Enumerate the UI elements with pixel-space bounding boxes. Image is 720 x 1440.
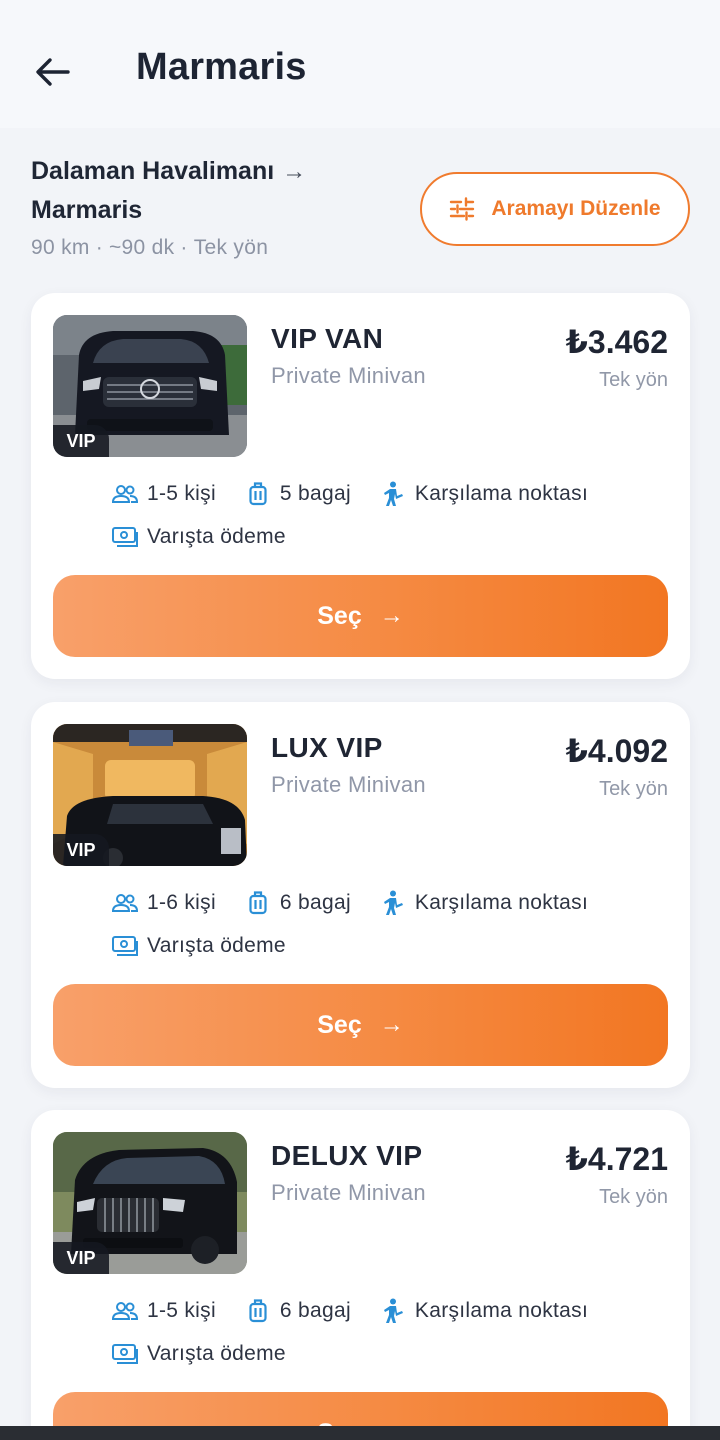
person-walking-icon bbox=[379, 889, 407, 917]
feature-meeting: Karşılama noktası bbox=[379, 480, 588, 508]
feature-payment-label: Varışta ödeme bbox=[147, 934, 286, 957]
meta-separator: · bbox=[95, 236, 103, 259]
route-distance: 90 km bbox=[31, 236, 90, 259]
vehicle-type: Private Minivan bbox=[271, 1180, 426, 1205]
feature-luggage: 5 bagaj bbox=[244, 480, 351, 508]
vehicle-features: 1-5 kişi 6 bagaj Karşılama noktası Varış… bbox=[111, 1294, 671, 1380]
people-icon bbox=[111, 1297, 139, 1325]
vip-badge: VIP bbox=[53, 834, 109, 866]
edit-search-label: Aramayı Düzenle bbox=[491, 197, 661, 220]
page-title: Marmaris bbox=[136, 46, 307, 88]
cash-icon bbox=[111, 523, 139, 551]
vehicle-price: ₺4.092 bbox=[565, 733, 668, 769]
app-header: Marmaris bbox=[0, 0, 720, 128]
edit-search-button[interactable]: Aramayı Düzenle bbox=[420, 172, 690, 246]
arrow-left-icon bbox=[36, 58, 70, 86]
feature-payment-label: Varışta ödeme bbox=[147, 1342, 286, 1365]
vehicle-card: VIP LUX VIP Private Minivan ₺4.092 Tek y… bbox=[31, 702, 690, 1088]
meta-separator: · bbox=[180, 236, 188, 259]
vehicle-image: VIP bbox=[53, 724, 247, 866]
feature-luggage: 6 bagaj bbox=[244, 889, 351, 917]
vehicle-name: VIP VAN bbox=[271, 323, 384, 354]
person-walking-icon bbox=[379, 480, 407, 508]
route-from-line: Dalaman Havalimanı → bbox=[31, 152, 361, 191]
feature-passengers: 1-5 kişi bbox=[111, 480, 216, 508]
vehicle-image: VIP bbox=[53, 315, 247, 457]
feature-payment: Varışta ödeme bbox=[111, 1340, 286, 1368]
price-note: Tek yön bbox=[599, 1186, 668, 1208]
feature-payment: Varışta ödeme bbox=[111, 932, 286, 960]
suitcase-icon bbox=[244, 1297, 272, 1325]
feature-passengers-label: 1-5 kişi bbox=[147, 1299, 216, 1322]
vehicle-card: VIP VIP VAN Private Minivan ₺3.462 Tek y… bbox=[31, 293, 690, 679]
feature-meeting: Karşılama noktası bbox=[379, 1297, 588, 1325]
route-duration: ~90 dk bbox=[108, 236, 175, 259]
feature-passengers: 1-5 kişi bbox=[111, 1297, 216, 1325]
select-button[interactable]: Seç → bbox=[53, 984, 668, 1066]
sliders-icon bbox=[450, 197, 475, 221]
route-meta: 90 km · ~90 dk · Tek yön bbox=[31, 236, 361, 260]
suitcase-icon bbox=[244, 480, 272, 508]
feature-payment: Varışta ödeme bbox=[111, 523, 286, 551]
vehicle-type: Private Minivan bbox=[271, 772, 426, 797]
vehicle-price: ₺4.721 bbox=[565, 1141, 668, 1177]
cash-icon bbox=[111, 1340, 139, 1368]
price-note: Tek yön bbox=[599, 369, 668, 391]
feature-meeting-label: Karşılama noktası bbox=[414, 1299, 589, 1322]
person-walking-icon bbox=[379, 1297, 407, 1325]
route-arrow: → bbox=[282, 158, 307, 185]
select-button[interactable]: Seç → bbox=[53, 575, 668, 657]
cash-icon bbox=[111, 932, 139, 960]
vehicle-features: 1-5 kişi 5 bagaj Karşılama noktası Varış… bbox=[111, 477, 671, 563]
vehicle-card: VIP DELUX VIP Private Minivan ₺4.721 Tek… bbox=[31, 1110, 690, 1440]
feature-luggage-label: 5 bagaj bbox=[279, 482, 351, 505]
feature-passengers: 1-6 kişi bbox=[111, 889, 216, 917]
feature-luggage-label: 6 bagaj bbox=[279, 891, 351, 914]
people-icon bbox=[111, 889, 139, 917]
vehicle-price: ₺3.462 bbox=[565, 324, 668, 360]
people-icon bbox=[111, 480, 139, 508]
arrow-right-icon: → bbox=[379, 1011, 404, 1038]
feature-payment-label: Varışta ödeme bbox=[147, 525, 286, 548]
vehicle-name: LUX VIP bbox=[271, 732, 383, 763]
price-note: Tek yön bbox=[599, 778, 668, 800]
vehicle-type: Private Minivan bbox=[271, 363, 426, 388]
vehicle-name: DELUX VIP bbox=[271, 1140, 423, 1171]
suitcase-icon bbox=[244, 889, 272, 917]
feature-luggage-label: 6 bagaj bbox=[279, 1299, 351, 1322]
feature-meeting-label: Karşılama noktası bbox=[414, 891, 589, 914]
feature-luggage: 6 bagaj bbox=[244, 1297, 351, 1325]
route-from: Dalaman Havalimanı bbox=[31, 157, 275, 185]
feature-meeting-label: Karşılama noktası bbox=[414, 482, 589, 505]
vehicle-features: 1-6 kişi 6 bagaj Karşılama noktası Varış… bbox=[111, 886, 671, 972]
system-navigation-bar bbox=[0, 1426, 720, 1440]
select-button-label: Seç bbox=[317, 1010, 362, 1039]
route-summary: Dalaman Havalimanı → Marmaris 90 km · ~90 d… bbox=[31, 152, 361, 260]
feature-passengers-label: 1-6 kişi bbox=[147, 891, 216, 914]
route-to: Marmaris bbox=[31, 196, 143, 224]
arrow-right-icon: → bbox=[379, 602, 404, 629]
select-button-label: Seç bbox=[317, 601, 362, 630]
back-button[interactable] bbox=[28, 50, 76, 94]
results-content: Dalaman Havalimanı → Marmaris 90 km · ~90 d… bbox=[0, 128, 720, 1440]
route-trip-type: Tek yön bbox=[193, 236, 269, 259]
vip-badge: VIP bbox=[53, 1242, 109, 1274]
feature-passengers-label: 1-5 kişi bbox=[147, 482, 216, 505]
vehicle-image: VIP bbox=[53, 1132, 247, 1274]
vip-badge: VIP bbox=[53, 425, 109, 457]
feature-meeting: Karşılama noktası bbox=[379, 889, 588, 917]
